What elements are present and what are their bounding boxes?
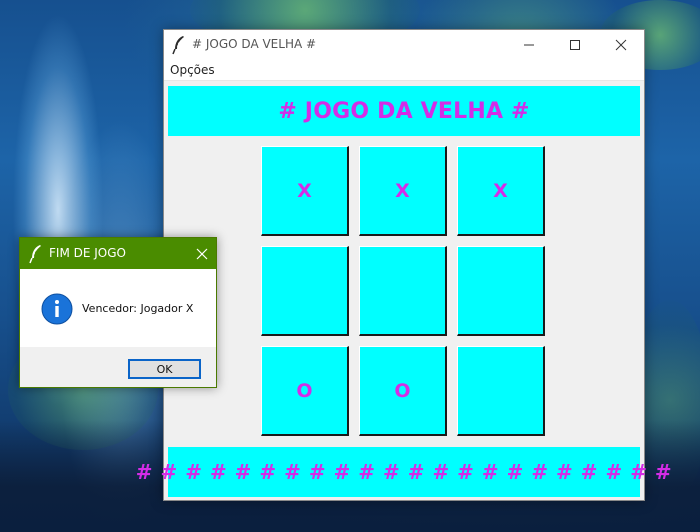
board-cell[interactable] (261, 246, 349, 336)
board-cell[interactable]: O (261, 346, 349, 436)
info-icon (41, 293, 73, 325)
board-cell[interactable]: X (457, 146, 545, 236)
dialog-message: Vencedor: Jogador X (82, 302, 194, 315)
dialog-body: Vencedor: Jogador X (20, 269, 216, 347)
board-cell[interactable]: O (359, 346, 447, 436)
close-icon (196, 248, 208, 260)
board-cell[interactable]: X (359, 146, 447, 236)
dialog-title: FIM DE JOGO (49, 246, 126, 260)
minimize-button[interactable] (506, 30, 552, 60)
feather-icon (172, 35, 186, 55)
footer-banner: # # # # # # # # # # # # # # # # # # # # … (136, 447, 672, 497)
game-window: # JOGO DA VELHA # Opções # JOGO DA VELHA… (136, 29, 672, 501)
close-button[interactable] (598, 30, 644, 60)
board-cell[interactable]: X (261, 146, 349, 236)
game-over-dialog: FIM DE JOGO Vencedor: Jogador X OK (19, 237, 217, 388)
ok-button[interactable]: OK (128, 359, 201, 379)
game-board: X X X O O (261, 146, 549, 438)
window-titlebar[interactable]: # JOGO DA VELHA # (164, 30, 644, 60)
header-banner: # JOGO DA VELHA # (168, 86, 640, 136)
maximize-button[interactable] (552, 30, 598, 60)
board-cell[interactable] (457, 246, 545, 336)
maximize-icon (570, 40, 580, 50)
window-title: # JOGO DA VELHA # (192, 37, 317, 51)
menu-bar: Opções (164, 60, 644, 81)
dialog-titlebar[interactable]: FIM DE JOGO (20, 238, 216, 269)
feather-icon (29, 244, 43, 264)
minimize-icon (524, 44, 534, 46)
board-cell[interactable] (457, 346, 545, 436)
header-title: # JOGO DA VELHA # (278, 98, 530, 124)
menu-opcoes[interactable]: Opções (170, 63, 215, 77)
dialog-close-button[interactable] (188, 238, 216, 269)
footer-text: # # # # # # # # # # # # # # # # # # # # … (135, 460, 673, 484)
close-icon (615, 39, 627, 51)
board-cell[interactable] (359, 246, 447, 336)
